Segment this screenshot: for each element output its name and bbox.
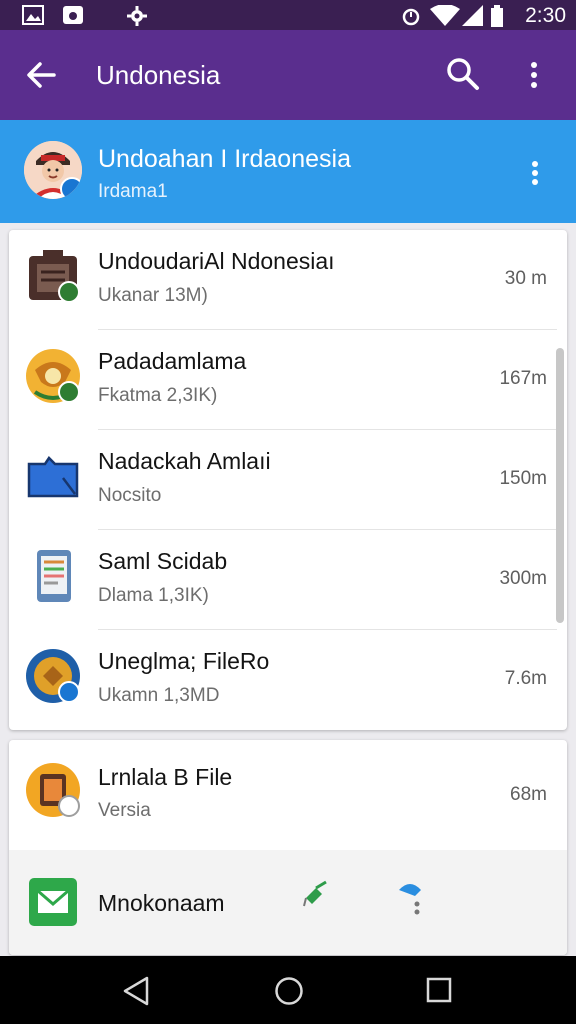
clock-time: 2:30 bbox=[525, 4, 566, 27]
file-meta: 167m bbox=[499, 368, 547, 389]
file-meta: 7.6m bbox=[504, 668, 547, 689]
file-list-item[interactable]: Padadamlama Fkatma 2,3IK) 167m bbox=[9, 330, 557, 430]
file-list-item[interactable]: Uneglma; FileRo Ukamn 1,3MD 7.6m bbox=[9, 630, 557, 730]
mail-icon bbox=[29, 878, 77, 926]
file-list-item[interactable]: UndoudariAl Ndonesiaı Ukanar 13M) 30 m bbox=[9, 230, 557, 330]
notification-icon bbox=[63, 6, 83, 24]
file-name: Uneglma; FileRo bbox=[98, 648, 270, 674]
file-meta: 30 m bbox=[504, 268, 547, 289]
app-bar-title: Undonesia bbox=[96, 60, 221, 90]
app-bar: Undonesia bbox=[0, 30, 576, 120]
account-subtitle: Irdama1 bbox=[98, 181, 168, 202]
account-badge-icon bbox=[60, 177, 82, 199]
file-meta: 68m bbox=[510, 784, 547, 805]
status-bar: 2:30 bbox=[0, 0, 576, 30]
file-name: Saml Scidab bbox=[98, 548, 228, 574]
emblem-badge-icon bbox=[26, 649, 80, 703]
file-subtitle: Versia bbox=[98, 800, 151, 821]
scrollbar[interactable] bbox=[556, 348, 564, 623]
action-row[interactable]: Mnokonaam bbox=[9, 850, 567, 955]
file-subtitle: Dlama 1,3IK) bbox=[98, 585, 209, 606]
file-name: UndoudariAl Ndonesiaı bbox=[98, 248, 335, 274]
battery-icon bbox=[491, 5, 503, 27]
back-arrow-icon[interactable] bbox=[25, 59, 57, 91]
signal-icon bbox=[462, 5, 483, 26]
document-phone-icon bbox=[37, 550, 71, 602]
game-box-icon bbox=[26, 763, 80, 817]
file-subtitle: Ukamn 1,3MD bbox=[98, 685, 220, 706]
avatar[interactable] bbox=[24, 141, 82, 199]
file-subtitle: Fkatma 2,3IK) bbox=[98, 385, 218, 406]
pin-icon[interactable] bbox=[302, 878, 332, 908]
nav-back-icon[interactable] bbox=[122, 976, 150, 1006]
settings-gear-icon bbox=[127, 6, 147, 26]
folder-icon bbox=[27, 456, 79, 498]
file-list-item[interactable]: Saml Scidab Dlama 1,3IK) 300m bbox=[9, 530, 557, 630]
wifi-icon bbox=[430, 5, 460, 26]
archive-box-icon bbox=[29, 250, 80, 303]
file-name: Nadackah Amlaıi bbox=[98, 448, 271, 474]
account-menu-icon[interactable] bbox=[530, 160, 540, 186]
overflow-menu-icon[interactable] bbox=[528, 60, 540, 90]
file-meta: 150m bbox=[499, 468, 547, 489]
garuda-emblem-icon bbox=[26, 349, 80, 403]
file-list-item[interactable]: Nadackah Amlaıi Nocsito 150m bbox=[9, 430, 557, 530]
file-list-item[interactable]: Lrnlala B File Versia 68m bbox=[9, 740, 557, 850]
file-list-card: UndoudariAl Ndonesiaı Ukanar 13M) 30 m P… bbox=[9, 230, 567, 730]
nav-recents-icon[interactable] bbox=[426, 977, 452, 1003]
navigation-bar bbox=[0, 956, 576, 1024]
file-name: Lrnlala B File bbox=[98, 764, 233, 790]
paint-drop-icon[interactable] bbox=[395, 878, 425, 918]
action-label: Mnokonaam bbox=[98, 890, 225, 916]
account-header[interactable]: Undoahan I Irdaonesia Irdama1 bbox=[0, 120, 576, 223]
account-name: Undoahan I Irdaonesia bbox=[98, 145, 351, 173]
file-subtitle: Nocsito bbox=[98, 485, 162, 506]
nav-home-icon[interactable] bbox=[274, 976, 304, 1006]
file-name: Padadamlama bbox=[98, 348, 247, 374]
file-subtitle: Ukanar 13M) bbox=[98, 285, 208, 306]
alarm-icon bbox=[402, 8, 420, 26]
secondary-card: Lrnlala B File Versia 68m Mnokonaam bbox=[9, 740, 567, 955]
image-icon bbox=[22, 5, 44, 25]
file-meta: 300m bbox=[499, 568, 547, 589]
search-icon[interactable] bbox=[446, 57, 480, 91]
